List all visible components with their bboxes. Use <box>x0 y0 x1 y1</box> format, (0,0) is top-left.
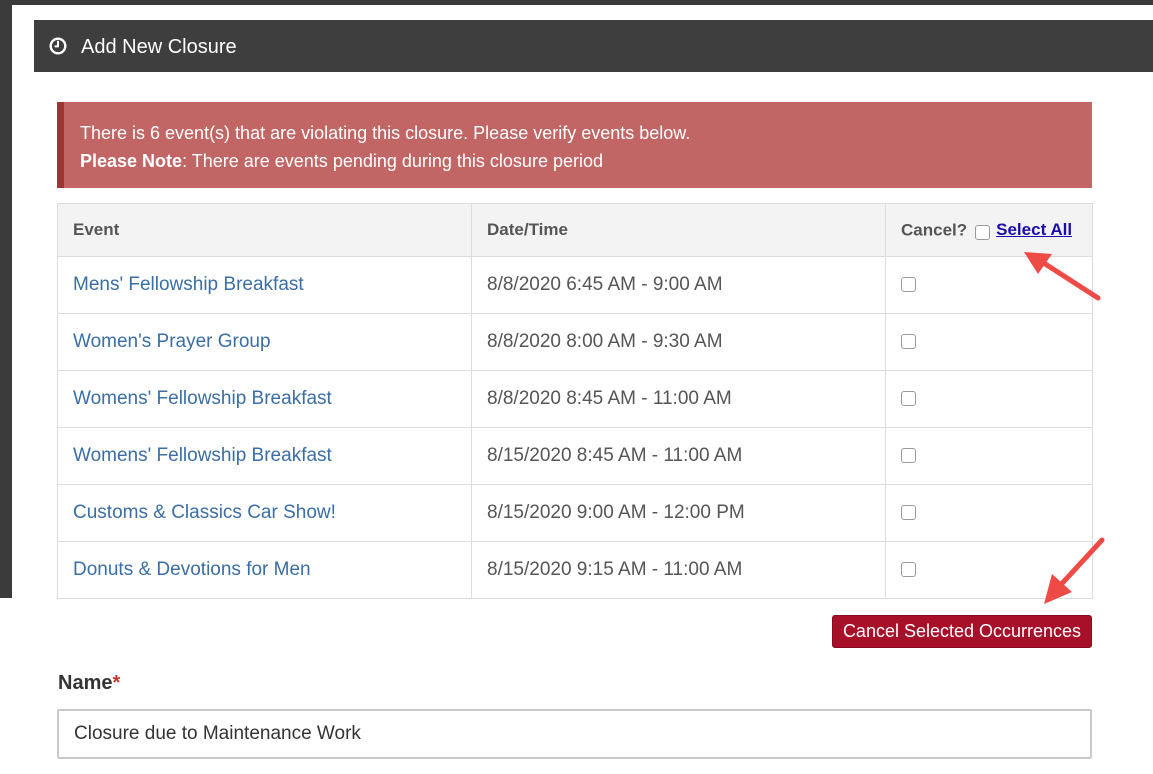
header-cancel-label: Cancel? <box>901 220 968 240</box>
cancel-checkbox[interactable] <box>901 448 916 464</box>
table-row: Womens' Fellowship Breakfast 8/8/2020 8:… <box>57 370 1093 428</box>
events-table: Event Date/Time Cancel? Select All Mens' … <box>57 203 1093 599</box>
event-link[interactable]: Womens' Fellowship Breakfast <box>73 445 332 466</box>
cancel-checkbox[interactable] <box>901 334 916 350</box>
table-row: Womens' Fellowship Breakfast 8/15/2020 8… <box>57 427 1093 485</box>
event-link[interactable]: Customs & Classics Car Show! <box>73 502 336 523</box>
alert-note-label: Please Note <box>80 151 183 171</box>
table-header-row: Event Date/Time Cancel? Select All <box>57 203 1093 257</box>
backdrop-top <box>0 0 1153 5</box>
cancel-checkbox[interactable] <box>901 277 916 293</box>
event-datetime: 8/8/2020 8:00 AM - 9:30 AM <box>471 313 886 371</box>
table-row: Women's Prayer Group 8/8/2020 8:00 AM - … <box>57 313 1093 371</box>
cancel-checkbox[interactable] <box>901 505 916 521</box>
event-datetime: 8/8/2020 8:45 AM - 11:00 AM <box>471 370 886 428</box>
name-label: Name* <box>58 672 120 695</box>
alert-message: There is 6 event(s) that are violating t… <box>80 123 691 143</box>
screen: Add New Closure There is 6 event(s) that… <box>0 0 1153 774</box>
cancel-checkbox[interactable] <box>901 391 916 407</box>
event-link[interactable]: Mens' Fellowship Breakfast <box>73 274 304 295</box>
table-row: Donuts & Devotions for Men 8/15/2020 9:1… <box>57 541 1093 599</box>
cancel-selected-occurrences-button[interactable]: Cancel Selected Occurrences <box>832 615 1092 648</box>
cancel-checkbox[interactable] <box>901 562 916 578</box>
modal-title: Add New Closure <box>81 36 237 58</box>
header-event: Event <box>57 203 472 257</box>
event-link[interactable]: Women's Prayer Group <box>73 331 271 352</box>
name-label-text: Name <box>58 672 113 694</box>
event-datetime: 8/15/2020 9:00 AM - 12:00 PM <box>471 484 886 542</box>
event-datetime: 8/15/2020 8:45 AM - 11:00 AM <box>471 427 886 485</box>
modal-header: Add New Closure <box>34 20 1153 72</box>
select-all-checkbox[interactable] <box>975 224 991 240</box>
violation-alert: There is 6 event(s) that are violating t… <box>57 102 1092 188</box>
header-datetime: Date/Time <box>471 203 886 257</box>
event-link[interactable]: Womens' Fellowship Breakfast <box>73 388 332 409</box>
required-marker: * <box>112 672 121 694</box>
event-datetime: 8/15/2020 9:15 AM - 11:00 AM <box>471 541 886 599</box>
alert-note-text: : There are events pending during this c… <box>182 151 603 171</box>
event-datetime: 8/8/2020 6:45 AM - 9:00 AM <box>471 256 886 314</box>
clock-icon <box>49 37 67 55</box>
table-row: Customs & Classics Car Show! 8/15/2020 9… <box>57 484 1093 542</box>
table-row: Mens' Fellowship Breakfast 8/8/2020 6:45… <box>57 256 1093 314</box>
event-link[interactable]: Donuts & Devotions for Men <box>73 559 311 580</box>
name-input[interactable] <box>57 709 1092 759</box>
backdrop-left <box>0 5 12 598</box>
alert-note: Please Note: There are events pending du… <box>80 147 1092 175</box>
select-all-link[interactable]: Select All <box>996 220 1072 239</box>
add-closure-modal: Add New Closure There is 6 event(s) that… <box>34 20 1153 774</box>
header-cancel: Cancel? Select All <box>885 203 1093 257</box>
